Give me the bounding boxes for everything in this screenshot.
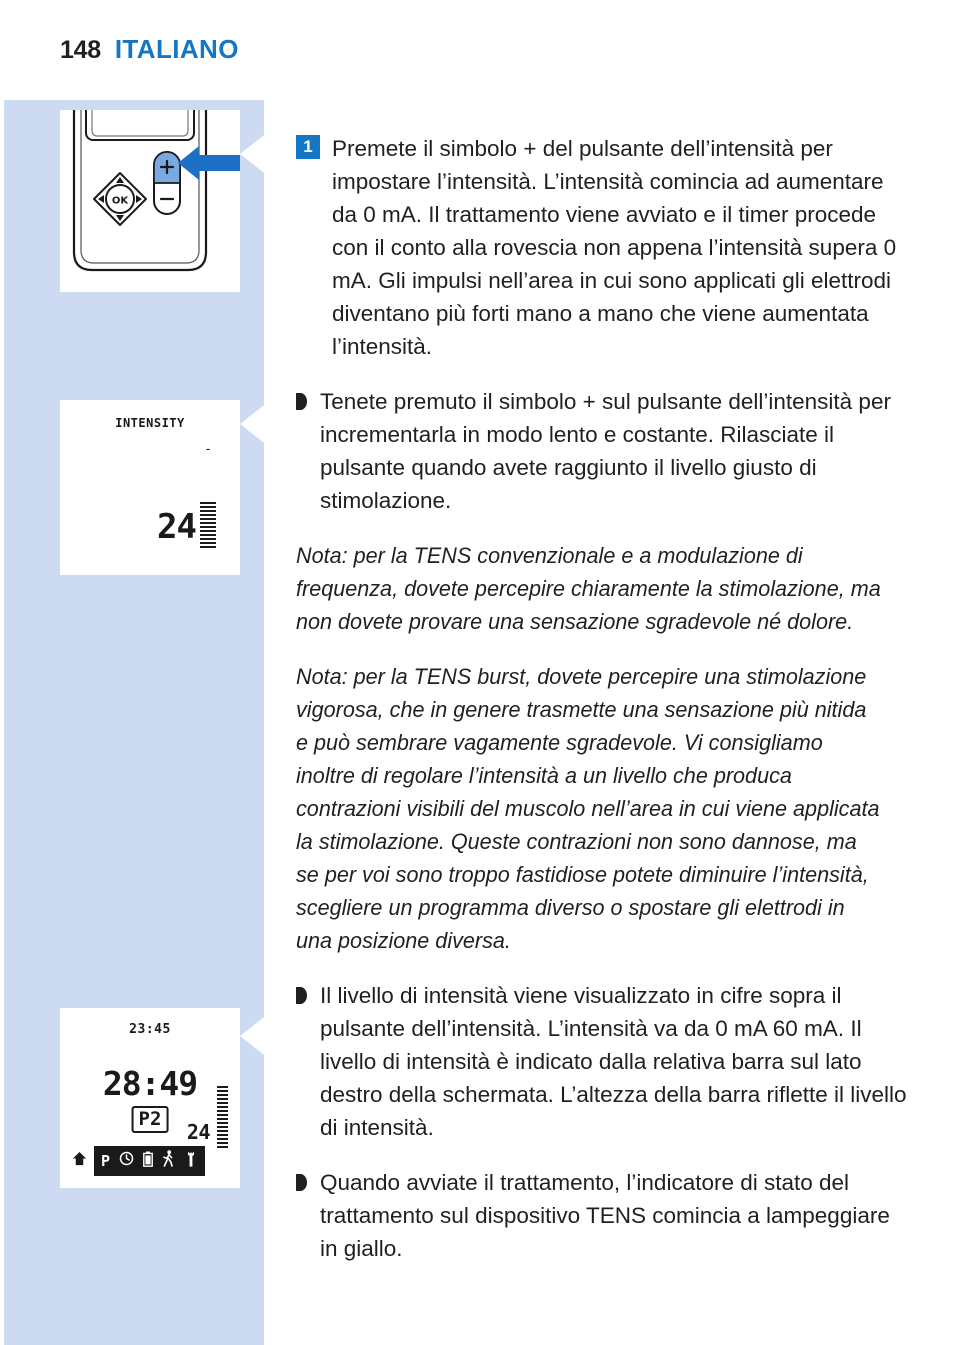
battery-icon xyxy=(143,1151,153,1172)
lcd-screen-intensity: INTENSITY - 24 xyxy=(60,400,240,575)
lcd-timer-value: 28:49 xyxy=(102,1064,198,1103)
clock-icon xyxy=(119,1151,134,1171)
lcd-status-iconbar: P xyxy=(72,1146,206,1176)
illustration-lcd-intensity: INTENSITY - 24 xyxy=(60,400,240,575)
treatment-intensity-bar-icon xyxy=(217,1086,228,1148)
bullet-marker-icon xyxy=(296,1174,307,1191)
device-svg: OK xyxy=(72,110,240,272)
lcd-minus-mark: - xyxy=(204,442,212,457)
step-number-badge: 1 xyxy=(296,135,320,159)
lcd-treatment-intensity: 24 xyxy=(186,1120,211,1144)
program-icon: P xyxy=(101,1151,111,1170)
instruction-content: 1 Premete il simbolo + del pulsante dell… xyxy=(296,132,908,1287)
illustration-panel: OK INTENSITY - 24 23:45 28:49 P2 24 P xyxy=(4,100,268,1345)
walking-icon xyxy=(162,1150,175,1172)
page-number: 148 xyxy=(60,36,101,64)
page-header: 148 ITALIANO xyxy=(60,34,239,65)
intensity-bar-icon xyxy=(200,502,216,549)
bullet-1-text: Tenete premuto il simbolo + sul pulsante… xyxy=(320,389,891,513)
callout-arrow-1 xyxy=(240,132,268,176)
callout-arrow-3 xyxy=(240,1014,268,1058)
lcd-program-badge: P2 xyxy=(131,1106,169,1133)
illustration-device: OK xyxy=(60,110,240,292)
home-icon xyxy=(72,1151,87,1171)
lcd-screen-treatment: 23:45 28:49 P2 24 P xyxy=(60,1008,240,1188)
step-1: 1 Premete il simbolo + del pulsante dell… xyxy=(296,132,908,363)
bullet-2-text: Il livello di intensità viene visualizza… xyxy=(320,983,907,1140)
svg-text:OK: OK xyxy=(112,196,130,207)
wrench-icon xyxy=(184,1151,198,1172)
note-2: Nota: per la TENS burst, dovete percepir… xyxy=(296,664,880,953)
bullet-3-text: Quando avviate il trattamento, l’indicat… xyxy=(320,1170,890,1261)
device-drawing: OK xyxy=(60,110,240,292)
bullet-2: Il livello di intensità viene visualizza… xyxy=(296,979,908,1144)
bullet-1: Tenete premuto il simbolo + sul pulsante… xyxy=(296,385,908,517)
chapter-title: ITALIANO xyxy=(114,34,239,64)
bullet-marker-icon xyxy=(296,987,307,1004)
status-icon-strip: P xyxy=(94,1146,206,1176)
step-1-text: Premete il simbolo + del pulsante dell’i… xyxy=(332,136,897,359)
note-1: Nota: per la TENS convenzionale e a modu… xyxy=(296,543,881,634)
bullet-3: Quando avviate il trattamento, l’indicat… xyxy=(296,1166,908,1265)
lcd-intensity-value: 24 xyxy=(157,507,197,547)
illustration-lcd-treatment: 23:45 28:49 P2 24 P xyxy=(60,1008,240,1188)
lcd-intensity-label: INTENSITY xyxy=(115,416,185,430)
callout-arrow-2 xyxy=(240,402,268,446)
bullet-marker-icon xyxy=(296,393,307,410)
lcd-clock-value: 23:45 xyxy=(129,1022,171,1037)
